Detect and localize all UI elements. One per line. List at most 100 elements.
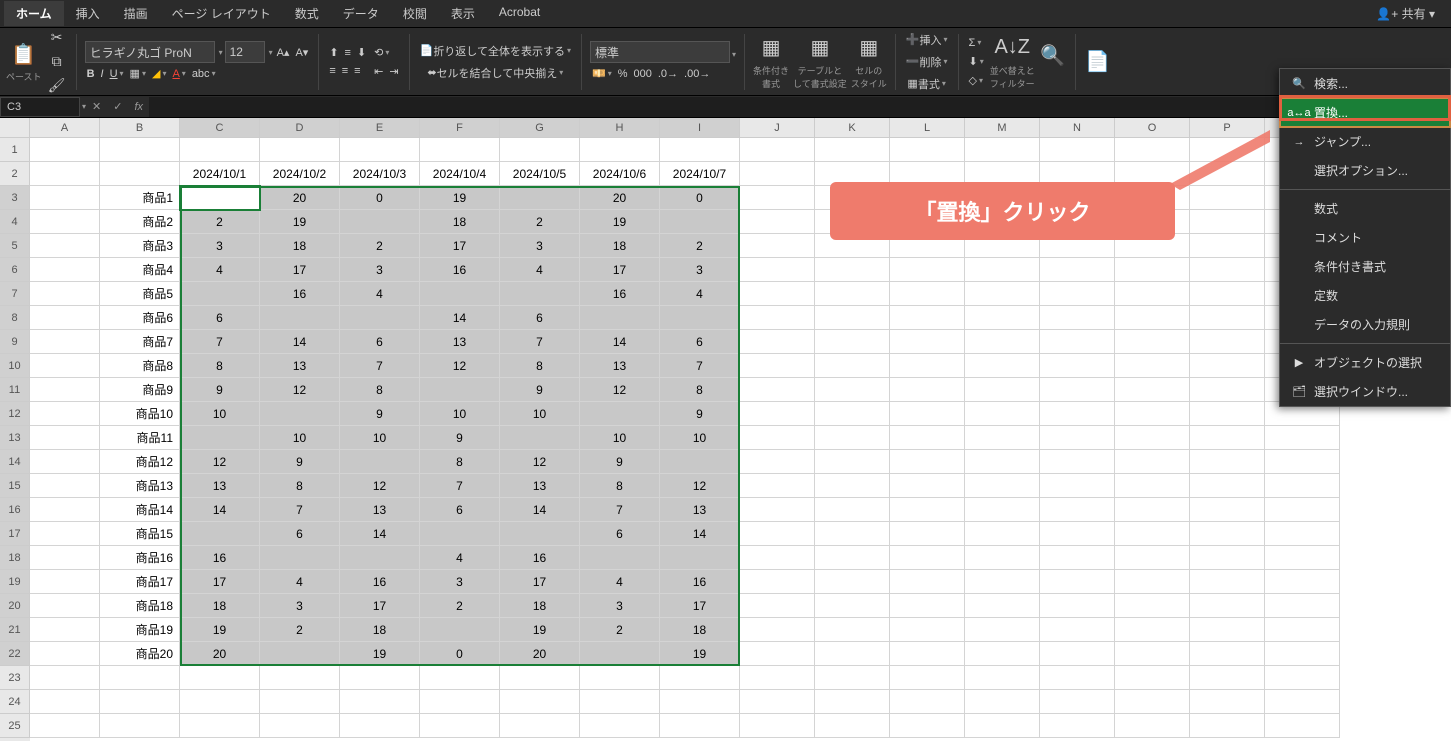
cell-N16[interactable]: [1040, 498, 1115, 522]
cell-L15[interactable]: [890, 474, 965, 498]
cell-O1[interactable]: [1115, 138, 1190, 162]
number-format-select[interactable]: [590, 41, 730, 63]
autosum-button[interactable]: Σ▾: [967, 35, 984, 51]
cell-J24[interactable]: [740, 690, 815, 714]
select-all-corner[interactable]: [0, 118, 30, 138]
menu-selection-window[interactable]: 🗂選択ウインドウ...: [1280, 377, 1450, 406]
cell-F3[interactable]: 19: [420, 186, 500, 210]
cell-F6[interactable]: 16: [420, 258, 500, 282]
cell-B23[interactable]: [100, 666, 180, 690]
cell-G11[interactable]: 9: [500, 378, 580, 402]
cell-N19[interactable]: [1040, 570, 1115, 594]
cell-J1[interactable]: [740, 138, 815, 162]
cell-N22[interactable]: [1040, 642, 1115, 666]
cell-N14[interactable]: [1040, 450, 1115, 474]
cell-M25[interactable]: [965, 714, 1040, 738]
cell-E24[interactable]: [340, 690, 420, 714]
cell-P17[interactable]: [1190, 522, 1265, 546]
cell-D12[interactable]: [260, 402, 340, 426]
cell-I20[interactable]: 17: [660, 594, 740, 618]
row-header-5[interactable]: 5: [0, 234, 30, 258]
cell-I18[interactable]: [660, 546, 740, 570]
cell-Q16[interactable]: [1265, 498, 1340, 522]
cell-F8[interactable]: 14: [420, 306, 500, 330]
cell-B24[interactable]: [100, 690, 180, 714]
cell-A1[interactable]: [30, 138, 100, 162]
cell-H25[interactable]: [580, 714, 660, 738]
conditional-format-button[interactable]: ▦ 条件付き 書式: [753, 34, 789, 90]
cell-G1[interactable]: [500, 138, 580, 162]
copy-button[interactable]: ⧉: [46, 51, 68, 73]
cell-J14[interactable]: [740, 450, 815, 474]
cell-E15[interactable]: 12: [340, 474, 420, 498]
cell-N17[interactable]: [1040, 522, 1115, 546]
cell-P5[interactable]: [1190, 234, 1265, 258]
cell-C24[interactable]: [180, 690, 260, 714]
cell-D14[interactable]: 9: [260, 450, 340, 474]
cell-M20[interactable]: [965, 594, 1040, 618]
cell-A10[interactable]: [30, 354, 100, 378]
cell-C23[interactable]: [180, 666, 260, 690]
cell-G24[interactable]: [500, 690, 580, 714]
cell-H18[interactable]: [580, 546, 660, 570]
cell-O7[interactable]: [1115, 282, 1190, 306]
cell-C15[interactable]: 13: [180, 474, 260, 498]
cell-O22[interactable]: [1115, 642, 1190, 666]
cell-M11[interactable]: [965, 378, 1040, 402]
cell-G6[interactable]: 4: [500, 258, 580, 282]
cell-E5[interactable]: 2: [340, 234, 420, 258]
row-header-21[interactable]: 21: [0, 618, 30, 642]
cell-N10[interactable]: [1040, 354, 1115, 378]
cell-F23[interactable]: [420, 666, 500, 690]
cell-N21[interactable]: [1040, 618, 1115, 642]
orientation-button[interactable]: ⟲▾: [372, 44, 391, 61]
cell-E21[interactable]: 18: [340, 618, 420, 642]
cell-I3[interactable]: 0: [660, 186, 740, 210]
cell-D6[interactable]: 17: [260, 258, 340, 282]
cell-Q13[interactable]: [1265, 426, 1340, 450]
cell-D1[interactable]: [260, 138, 340, 162]
cell-C14[interactable]: 12: [180, 450, 260, 474]
cell-J22[interactable]: [740, 642, 815, 666]
cell-H6[interactable]: 17: [580, 258, 660, 282]
cell-H12[interactable]: [580, 402, 660, 426]
cell-B1[interactable]: [100, 138, 180, 162]
align-right-button[interactable]: ≡: [352, 63, 362, 79]
cell-F12[interactable]: 10: [420, 402, 500, 426]
cell-D17[interactable]: 6: [260, 522, 340, 546]
cell-M23[interactable]: [965, 666, 1040, 690]
wrap-text-button[interactable]: 📄 折り返して全体を表示する▾: [418, 41, 573, 61]
cell-B20[interactable]: 商品18: [100, 594, 180, 618]
cell-O6[interactable]: [1115, 258, 1190, 282]
cell-D18[interactable]: [260, 546, 340, 570]
cell-F18[interactable]: 4: [420, 546, 500, 570]
cell-C22[interactable]: 20: [180, 642, 260, 666]
acrobat-button[interactable]: 📄: [1084, 48, 1112, 76]
cell-G4[interactable]: 2: [500, 210, 580, 234]
menu-goto[interactable]: →ジャンプ...: [1280, 127, 1450, 156]
cell-J18[interactable]: [740, 546, 815, 570]
cell-M9[interactable]: [965, 330, 1040, 354]
cell-D8[interactable]: [260, 306, 340, 330]
cell-A20[interactable]: [30, 594, 100, 618]
col-header-F[interactable]: F: [420, 118, 500, 138]
cell-I21[interactable]: 18: [660, 618, 740, 642]
cell-F16[interactable]: 6: [420, 498, 500, 522]
cell-B19[interactable]: 商品17: [100, 570, 180, 594]
cell-N23[interactable]: [1040, 666, 1115, 690]
cell-L11[interactable]: [890, 378, 965, 402]
cell-O23[interactable]: [1115, 666, 1190, 690]
cell-E4[interactable]: [340, 210, 420, 234]
menu-select-options[interactable]: 選択オプション...: [1280, 156, 1450, 185]
enter-formula-button[interactable]: ✓: [107, 100, 128, 113]
delete-cells-button[interactable]: ➖ 削除▾: [904, 52, 950, 72]
cell-A9[interactable]: [30, 330, 100, 354]
cell-C8[interactable]: 6: [180, 306, 260, 330]
cell-B9[interactable]: 商品7: [100, 330, 180, 354]
cell-J11[interactable]: [740, 378, 815, 402]
cell-F24[interactable]: [420, 690, 500, 714]
cell-L10[interactable]: [890, 354, 965, 378]
cell-B14[interactable]: 商品12: [100, 450, 180, 474]
cell-K21[interactable]: [815, 618, 890, 642]
cell-K11[interactable]: [815, 378, 890, 402]
